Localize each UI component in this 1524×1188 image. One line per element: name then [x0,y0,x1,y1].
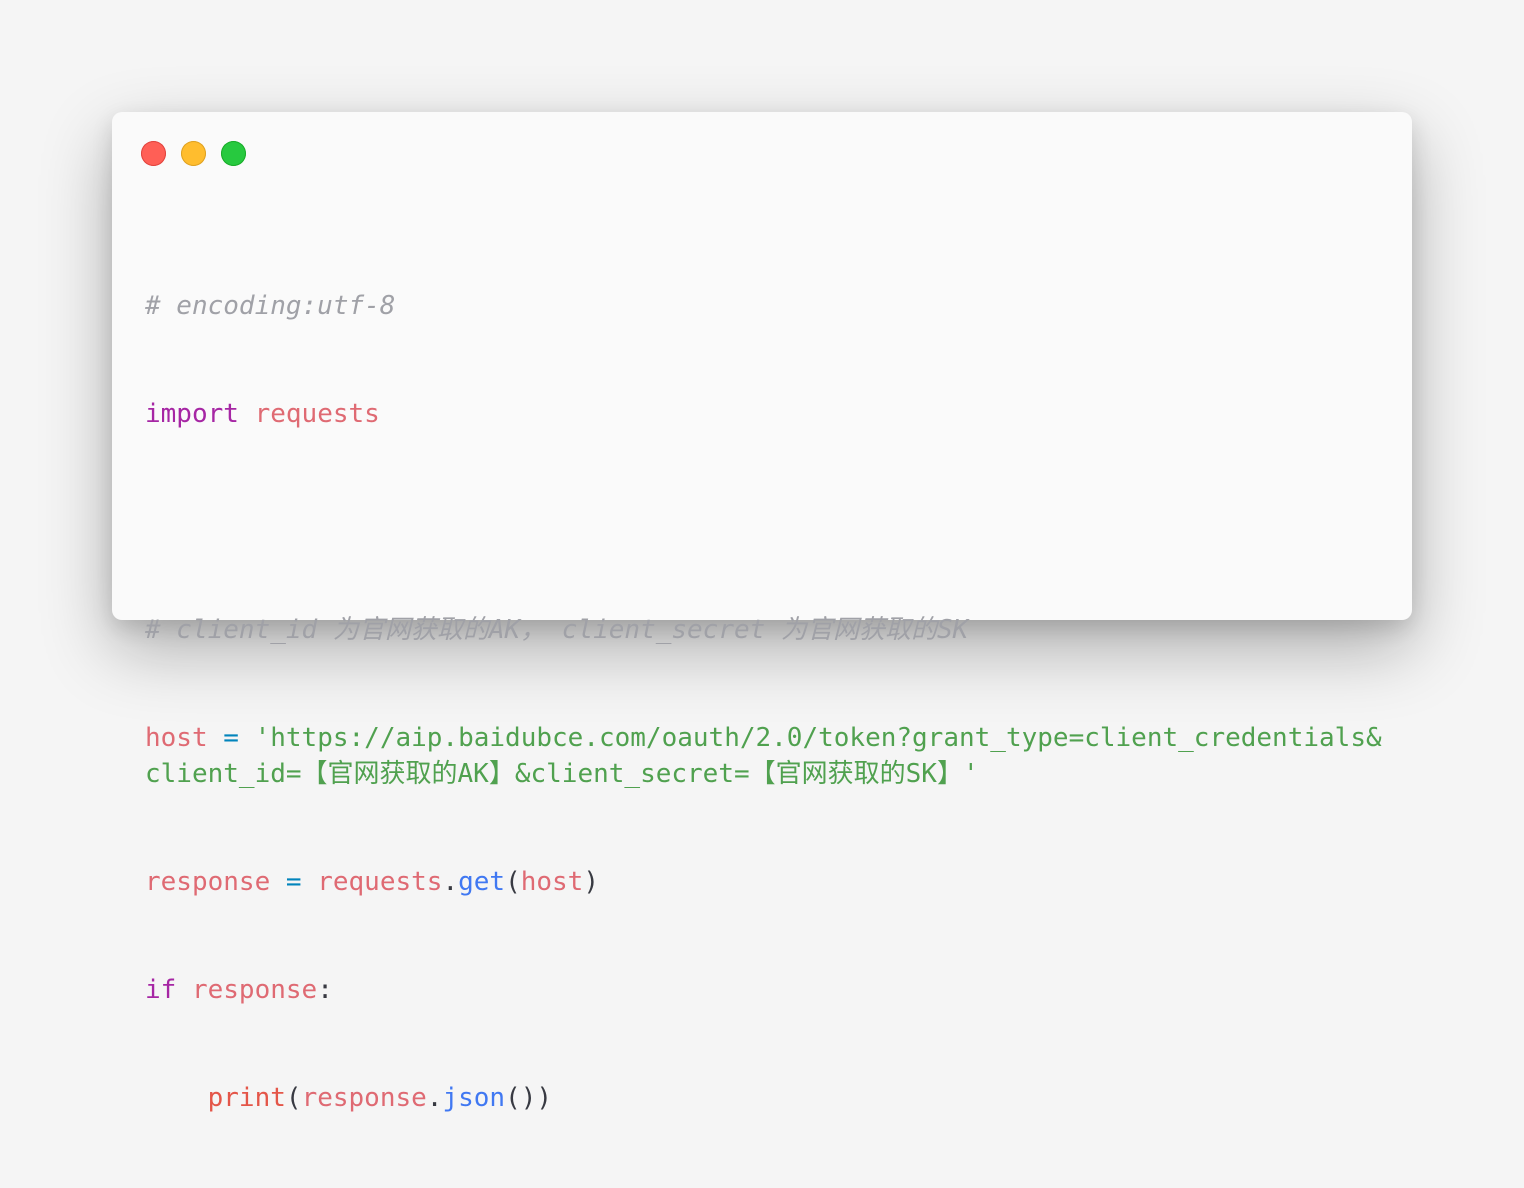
comment: # encoding:utf-8 [145,291,396,321]
paren-close: ()) [505,1083,553,1113]
maximize-button[interactable] [221,141,246,166]
variable: response [191,975,318,1005]
code-line-8: print(response.json()) [145,1080,1385,1116]
code-line-7: if response: [145,972,1385,1008]
paren-close: ) [583,867,599,897]
argument: host [520,867,584,897]
keyword: if [145,975,177,1005]
module-name: requests [254,399,380,429]
comment: # client_id 为官网获取的AK， client_secret 为官网获… [145,615,969,645]
code-line-5: host = 'https://aip.baidubce.com/oauth/2… [145,720,1385,792]
code-line-2: import requests [145,396,1385,432]
operator: = [285,867,302,897]
dot: . [426,1083,443,1113]
code-line-4: # client_id 为官网获取的AK， client_secret 为官网获… [145,612,1385,648]
paren-open: ( [285,1083,302,1113]
variable: response [145,867,271,897]
code-line-1: # encoding:utf-8 [145,288,1385,324]
close-button[interactable] [141,141,166,166]
code-line-6: response = requests.get(host) [145,864,1385,900]
string-literal: 'https://aip.baidubce.com/oauth/2.0/toke… [145,723,1382,789]
function-name: get [458,867,506,897]
module-name: requests [317,867,443,897]
paren-open: ( [505,867,521,897]
variable: response [301,1083,427,1113]
code-window: # encoding:utf-8 import requests # clien… [112,112,1412,1113]
code-block: # encoding:utf-8 import requests # clien… [145,216,1385,1188]
colon: : [317,975,333,1005]
variable: host [145,723,208,753]
operator: = [223,723,239,753]
dot: . [442,867,459,897]
minimize-button[interactable] [181,141,206,166]
builtin-function: print [207,1083,286,1113]
method-name: json [442,1083,506,1113]
keyword: import [145,399,239,429]
code-line-3-empty [145,504,1385,540]
